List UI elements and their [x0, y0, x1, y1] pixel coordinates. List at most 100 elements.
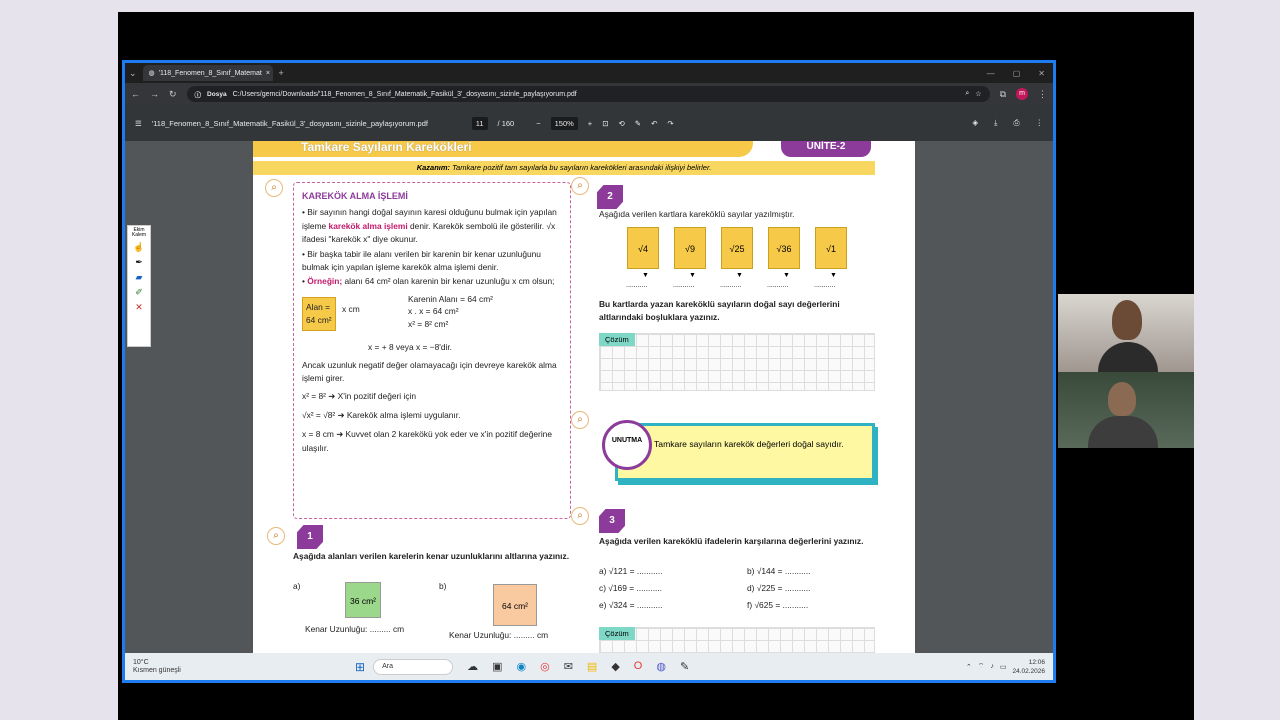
search-input[interactable]: Ara	[373, 658, 454, 675]
magnify-icon[interactable]: ⌕	[571, 411, 589, 429]
magnify-icon[interactable]: ⌕	[267, 527, 285, 545]
card: √1 ▼...........	[814, 227, 847, 289]
card: √9 ▼...........	[673, 227, 706, 289]
box-title: KAREKÖK ALMA İŞLEMİ	[302, 191, 408, 201]
wifi-icon[interactable]: ⌔	[978, 662, 985, 671]
box-para-2: • Bir başka tabir ile alanı verilen bir …	[302, 248, 541, 273]
ai-icon[interactable]: ◈	[972, 118, 978, 128]
url-field[interactable]: ⓘ Dosya C:/Users/gemci/Downloads/'118_Feno…	[186, 86, 990, 102]
back-icon[interactable]: ←	[131, 89, 140, 99]
rotate-icon[interactable]: ⟲	[618, 119, 624, 128]
page-input[interactable]: 11	[471, 116, 488, 130]
close-window-icon[interactable]: ✕	[1038, 69, 1045, 78]
webcam-teacher	[1058, 294, 1194, 372]
unutma-badge: UNUTMA	[602, 420, 652, 470]
chrome-icon[interactable]: ◎	[540, 660, 550, 673]
tab-menu-icon[interactable]: ⌄	[129, 68, 137, 79]
annotate-icon[interactable]: ✎	[635, 119, 641, 128]
cozum-label: Çözüm	[599, 333, 635, 346]
weather-widget[interactable]: 10°C Kısmen güneşli	[125, 659, 245, 675]
webcam-student	[1058, 372, 1194, 448]
clock[interactable]: 12:06 24.02.2026	[1012, 658, 1045, 676]
teams-icon[interactable]: ◍	[656, 660, 666, 673]
tray-up-icon[interactable]: ⌃	[966, 663, 972, 671]
maximize-icon[interactable]: ▢	[1013, 69, 1021, 78]
question-2-number: 2	[597, 185, 623, 209]
widgets-icon[interactable]: ☁	[467, 660, 478, 673]
undo-icon[interactable]: ↶	[651, 119, 657, 128]
tab-bar: ⌄ ◍ '118_Fenomen_8_Sınıf_Matemat × + — ▢ ✕	[125, 63, 1053, 83]
eraser-icon[interactable]: ✐	[135, 287, 143, 298]
unit-badge: ÜNİTE-2	[781, 141, 871, 157]
taskbar: 10°C Kısmen güneşli ⊞ Ara ☁ ▣ ◉ ◎ ✉ ▤ ◆ O ◍ ✎ ⌃ ⌔ ♪ ▭…	[125, 653, 1053, 680]
zoom-icon[interactable]: ⌕	[965, 90, 969, 98]
solution-grid[interactable]	[599, 333, 875, 391]
close-icon[interactable]: ✕	[135, 302, 143, 313]
menu-icon[interactable]: ☰	[135, 119, 142, 128]
battery-icon[interactable]: ▭	[1000, 663, 1007, 671]
card: √4 ▼...........	[626, 227, 659, 289]
avatar[interactable]: m	[1016, 88, 1028, 100]
mail-icon[interactable]: ✉	[564, 660, 573, 673]
fit-page-icon[interactable]: ⊡	[602, 119, 608, 128]
pdf-filename: '118_Fenomen_8_Sınıf_Matematik_Fasikül_3…	[151, 118, 428, 128]
card: √25 ▼...........	[720, 227, 753, 289]
square-a: 36 cm²	[345, 582, 381, 618]
more-pdf-icon[interactable]: ⋮	[1036, 118, 1044, 128]
box-para-1: • Bir sayının hangi doğal sayının karesi…	[302, 207, 557, 245]
screen-share: ⌄ ◍ '118_Fenomen_8_Sınıf_Matemat × + — ▢ ✕ ←…	[122, 60, 1056, 683]
question-1-number: 1	[297, 525, 323, 549]
kazanim-bar: Kazanım: Tamkare pozitif tam sayılarla b…	[253, 161, 875, 175]
pen-app-icon[interactable]: ✎	[680, 660, 689, 673]
magnify-icon[interactable]: ⌕	[265, 179, 283, 197]
tab-pdf[interactable]: ◍ '118_Fenomen_8_Sınıf_Matemat ×	[142, 65, 273, 81]
unutma-note: UNUTMA Tamkare sayıların karekök değerle…	[602, 420, 875, 481]
pdf-toolbar: ☰ '118_Fenomen_8_Sınıf_Matematik_Fasikül…	[125, 105, 1053, 141]
windows-icon[interactable]: ⊞	[355, 660, 365, 674]
section-header: Tamkare Sayıların Karekökleri	[253, 141, 753, 157]
cozum-label: Çözüm	[599, 627, 635, 640]
more-icon[interactable]: ⋮	[1038, 89, 1047, 100]
magnify-icon[interactable]: ⌕	[571, 177, 589, 195]
hand-icon[interactable]: ☝	[133, 242, 144, 253]
pdf-viewer[interactable]: Ekim Kalem ☝ ✒ ▰ ✐ ✕ Tamkare Sayıların Karek…	[125, 141, 1053, 653]
new-tab-icon[interactable]: +	[279, 68, 284, 78]
box-example: • Örneğin; alanı 64 cm² olan karenin bir…	[302, 276, 555, 287]
taskview-icon[interactable]: ▣	[492, 660, 502, 673]
zoom-out-icon[interactable]: −	[536, 119, 540, 128]
download-icon[interactable]: ⤓	[994, 118, 997, 128]
pen-icon[interactable]: ✒	[135, 257, 143, 268]
extensions-icon[interactable]: ⧉	[1000, 89, 1006, 100]
pdf-page: Tamkare Sayıların Karekökleri ÜNİTE-2 Ka…	[253, 141, 915, 653]
app-icon[interactable]: ◆	[611, 660, 619, 673]
area-square: Alan = 64 cm²	[302, 296, 336, 331]
question-3-number: 3	[599, 509, 625, 533]
pen-toolbox: Ekim Kalem ☝ ✒ ▰ ✐ ✕	[127, 225, 151, 347]
minimize-icon[interactable]: —	[987, 69, 995, 78]
close-tab-icon[interactable]: ×	[266, 70, 270, 77]
address-bar: ← → ↻ ⓘ Dosya C:/Users/gemci/Downloads/'118_…	[125, 83, 1053, 105]
forward-icon[interactable]: →	[150, 89, 159, 99]
card: √36 ▼...........	[767, 227, 800, 289]
example-figure: Alan = 64 cm² x cm Karenin Alanı = 64 cm…	[302, 293, 562, 355]
zoom-in-icon[interactable]: +	[588, 119, 592, 128]
webcam-panel	[1058, 294, 1194, 448]
zoom-level[interactable]: 150%	[550, 116, 578, 130]
magnify-icon[interactable]: ⌕	[571, 507, 589, 525]
info-icon: ⓘ	[194, 92, 202, 99]
system-tray: ⌃ ⌔ ♪ ▭ 12:06 24.02.2026	[966, 658, 1053, 676]
explorer-icon[interactable]: ▤	[587, 660, 597, 673]
marker-icon[interactable]: ▰	[136, 272, 143, 283]
redo-icon[interactable]: ↷	[667, 119, 673, 128]
print-icon[interactable]: ⎙	[1014, 118, 1020, 128]
square-b: 64 cm²	[493, 584, 537, 626]
solution-grid[interactable]	[599, 627, 875, 653]
area-calculation: Karenin Alanı = 64 cm² x . x = 64 cm² x² =…	[408, 293, 493, 329]
star-icon[interactable]: ☆	[975, 90, 981, 98]
edge-icon[interactable]: ◉	[516, 660, 526, 673]
reload-icon[interactable]: ↻	[169, 89, 177, 100]
card-row: √4 ▼........... √9 ▼........... √25 ▼......…	[626, 227, 847, 289]
opera-icon[interactable]: O	[634, 660, 643, 673]
globe-icon: ◍	[148, 70, 155, 77]
volume-icon[interactable]: ♪	[990, 663, 994, 670]
